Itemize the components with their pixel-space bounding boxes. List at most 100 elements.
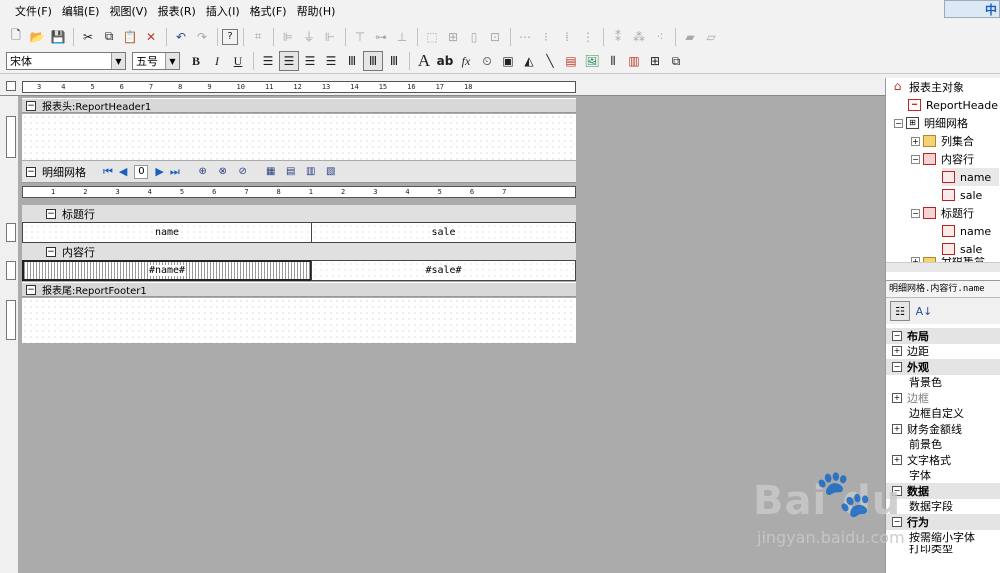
title-row-header[interactable]: − 标题行 <box>22 205 576 222</box>
bold-button[interactable]: B <box>186 51 206 71</box>
same-size-icon[interactable]: ⊞ <box>443 27 463 47</box>
content-cell-name[interactable]: #name# <box>22 260 312 281</box>
property-category-data[interactable]: − 数据 <box>886 483 1000 499</box>
undo-icon[interactable]: ↶ <box>171 27 191 47</box>
cut-icon[interactable]: ✂ <box>78 27 98 47</box>
property-row-border[interactable]: + 边框 <box>886 390 1000 406</box>
table-grid-icon[interactable]: ⊞ <box>645 51 665 71</box>
line-icon[interactable]: ╲ <box>540 51 560 71</box>
paste-icon[interactable]: 📋 <box>120 27 140 47</box>
collapse-icon[interactable]: − <box>911 208 920 218</box>
collapse-icon[interactable]: − <box>46 208 56 219</box>
collapse-icon[interactable]: − <box>46 246 56 257</box>
text-box-tool[interactable]: A <box>414 51 434 71</box>
design-canvas[interactable]: 3 4 5 6 7 8 9 10 11 12 13 14 15 16 17 18 − 报表头:ReportHe… <box>0 78 885 573</box>
collapse-icon[interactable]: − <box>892 330 902 341</box>
collapse-icon[interactable]: − <box>26 284 36 295</box>
justify-icon[interactable]: ☰ <box>321 51 341 71</box>
tree-node-detail-grid[interactable]: − ⊞ 明细网格 <box>894 114 968 132</box>
sub-report-icon[interactable]: ⧉ <box>666 51 686 71</box>
property-row-shrink-font[interactable]: 按需缩小字体 <box>886 530 1000 546</box>
vertical-middle-icon[interactable]: Ⅲ <box>363 51 383 71</box>
font-name-select[interactable]: 宋体 ▼ <box>6 52 126 70</box>
menu-report[interactable]: 报表(R) <box>153 1 201 23</box>
collapse-icon[interactable]: − <box>26 166 36 177</box>
open-folder-icon[interactable]: 📂 <box>27 27 47 47</box>
column-setting-icon[interactable]: ⊘ <box>234 164 252 180</box>
remove-h-spacing-icon[interactable]: ⋮ <box>578 27 598 47</box>
copy-icon[interactable]: ⧉ <box>99 27 119 47</box>
menu-insert[interactable]: 插入(I) <box>201 1 245 23</box>
content-row-header[interactable]: − 内容行 <box>22 243 576 260</box>
align-right-icon[interactable]: ☰ <box>300 51 320 71</box>
delete-icon[interactable]: ✕ <box>141 27 161 47</box>
title-cell-sale[interactable]: sale <box>311 222 576 243</box>
grid-footer-icon[interactable]: ▧ <box>322 164 340 180</box>
tree-node-content-row[interactable]: − 内容行 <box>911 150 974 168</box>
new-file-icon[interactable]: 🗋 <box>6 27 26 47</box>
tree-node-column-set[interactable]: + 列集合 <box>911 132 974 150</box>
chart-icon[interactable]: ▥ <box>624 51 644 71</box>
collapse-icon[interactable]: − <box>911 154 920 164</box>
align-center-icon[interactable]: ☰ <box>279 51 299 71</box>
expand-icon[interactable]: + <box>892 454 902 465</box>
grid-header-icon[interactable]: ▤ <box>282 164 300 180</box>
menu-edit[interactable]: 编辑(E) <box>57 1 105 23</box>
detail-grid-header[interactable]: − 明细网格 ⏮ ◀ 0 ▶ ⏭ ⊕ ⊗ ⊘ ▦ ▤ ▥ ▧ <box>22 161 576 183</box>
report-footer-area[interactable] <box>22 298 576 343</box>
property-category-appearance[interactable]: − 外观 <box>886 359 1000 375</box>
tree-node-content-sale[interactable]: sale <box>942 186 982 204</box>
ime-indicator[interactable]: 中 <box>944 0 1000 18</box>
expand-icon[interactable]: + <box>892 392 902 403</box>
alphabetical-sort-icon[interactable]: A↓ <box>914 301 934 321</box>
bring-to-front-icon[interactable]: ▰ <box>680 27 700 47</box>
page-number-field[interactable]: 0 <box>134 164 149 179</box>
underline-button[interactable]: U <box>228 51 248 71</box>
tree-node-root[interactable]: ⌂ 报表主对象 <box>891 78 964 96</box>
object-tree[interactable]: ⌂ 报表主对象 ━ ReportHeade − ⊞ 明细网格 + 列集合 − 内… <box>886 78 1000 273</box>
report-header-area[interactable] <box>22 114 576 160</box>
collapse-icon[interactable]: − <box>892 485 902 496</box>
expand-icon[interactable]: + <box>911 136 920 146</box>
size-to-grid-icon[interactable]: ⊡ <box>485 27 505 47</box>
align-right-edges-icon[interactable]: ⊩ <box>320 27 340 47</box>
first-page-icon[interactable]: ⏮ <box>103 165 113 179</box>
align-left-edges-icon[interactable]: ⊫ <box>278 27 298 47</box>
delete-column-icon[interactable]: ⊗ <box>214 164 232 180</box>
menu-view[interactable]: 视图(V) <box>104 1 152 23</box>
menu-help[interactable]: 帮助(H) <box>292 1 341 23</box>
increase-h-spacing-icon[interactable]: ⁝ <box>536 27 556 47</box>
collapse-icon[interactable]: − <box>892 516 902 527</box>
vertical-bottom-icon[interactable]: Ⅲ <box>384 51 404 71</box>
last-page-icon[interactable]: ⏭ <box>170 165 180 179</box>
expand-icon[interactable]: + <box>892 423 902 434</box>
align-bottoms-icon[interactable]: ⊥ <box>392 27 412 47</box>
property-row-border-custom[interactable]: 边框自定义 <box>886 406 1000 422</box>
label-tool[interactable]: ab <box>435 51 455 71</box>
send-to-back-icon[interactable]: ▱ <box>701 27 721 47</box>
redo-icon[interactable]: ↷ <box>192 27 212 47</box>
prev-page-icon[interactable]: ◀ <box>119 165 127 178</box>
report-footer-band[interactable]: − 报表尾:ReportFooter1 <box>22 282 576 297</box>
tree-node-title-name[interactable]: name <box>942 222 991 240</box>
property-row-print-type[interactable]: 打印类型 <box>886 545 1000 555</box>
align-left-icon[interactable]: ☰ <box>258 51 278 71</box>
horizontal-spacing-icon[interactable]: ⋯ <box>515 27 535 47</box>
system-var-icon[interactable]: ⏲ <box>477 51 497 71</box>
tree-node-title-sale[interactable]: sale <box>942 240 982 258</box>
property-row-data-field[interactable]: 数据字段 <box>886 499 1000 515</box>
decrease-v-spacing-icon[interactable]: ⁖ <box>650 27 670 47</box>
property-category-behavior[interactable]: − 行为 <box>886 514 1000 530</box>
property-row-margin[interactable]: + 边距 <box>886 344 1000 360</box>
same-height-icon[interactable]: ▯ <box>464 27 484 47</box>
collapse-icon[interactable]: − <box>26 100 36 111</box>
decrease-h-spacing-icon[interactable]: ⁞ <box>557 27 577 47</box>
align-grid-icon[interactable]: ⌗ <box>248 27 268 47</box>
property-category-layout[interactable]: − 布局 <box>886 328 1000 344</box>
same-width-icon[interactable]: ⬚ <box>422 27 442 47</box>
menu-format[interactable]: 格式(F) <box>245 1 292 23</box>
next-page-icon[interactable]: ▶ <box>155 165 163 178</box>
tree-scrollbar[interactable] <box>886 262 1000 272</box>
grid-style-icon[interactable]: ▦ <box>262 164 280 180</box>
content-cell-sale[interactable]: #sale# <box>311 260 576 281</box>
